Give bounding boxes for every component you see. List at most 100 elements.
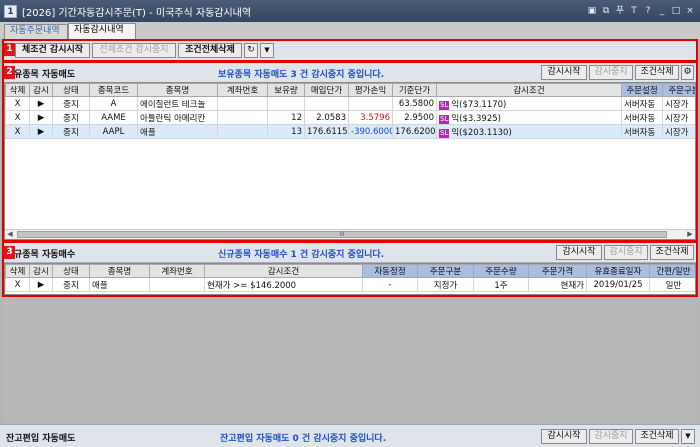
font-icon[interactable]: T bbox=[628, 4, 640, 18]
tab-auto-watch-history[interactable]: 자동감시내역 bbox=[68, 23, 136, 39]
watch-stop-button[interactable]: 감시중지 bbox=[604, 245, 648, 260]
col-header[interactable]: 주문수량 bbox=[473, 264, 529, 278]
buy-price-cell: 2.0583 bbox=[304, 110, 349, 125]
condition-cell: SL 익($3.3925) bbox=[436, 110, 622, 125]
status-message: 신규종목 자동매수 1 건 감시중지 중입니다. bbox=[218, 250, 385, 260]
col-header[interactable]: 감시조건 bbox=[436, 83, 622, 97]
account-cell bbox=[149, 277, 205, 292]
col-header[interactable]: 계좌번호 bbox=[149, 264, 205, 278]
order-qty-cell: 1주 bbox=[473, 277, 529, 292]
section-title: 규종목 자동매수 bbox=[14, 250, 76, 260]
delete-all-button[interactable]: 조건전체삭제 bbox=[178, 43, 242, 58]
order-setting-cell: 서버자동 bbox=[621, 124, 663, 139]
dropdown-icon[interactable]: ▼ bbox=[260, 43, 274, 58]
delete-cell[interactable]: X bbox=[5, 277, 30, 292]
col-header[interactable]: 매입단가 bbox=[304, 83, 349, 97]
copy-icon[interactable]: ⧉ bbox=[600, 4, 612, 18]
condition-cell: 현재가 >= $146.2000 bbox=[204, 277, 363, 292]
col-header[interactable]: 종목명 bbox=[137, 83, 218, 97]
name-cell: 아틀란틱 아메리칸 bbox=[137, 110, 218, 125]
col-header[interactable]: 감시 bbox=[29, 83, 53, 97]
pin-icon[interactable]: 푸 bbox=[614, 4, 626, 18]
minimize-icon[interactable]: _ bbox=[656, 4, 668, 18]
play-icon[interactable]: ▶ bbox=[29, 277, 53, 292]
condition-delete-button[interactable]: 조건삭제 bbox=[650, 245, 694, 260]
watch-stop-button[interactable]: 감시중지 bbox=[589, 65, 633, 80]
table-row[interactable]: X ▶ 중지 A 에이질런트 테크놀 63.5800 SL 익($73.1170)… bbox=[5, 96, 695, 111]
delete-cell[interactable]: X bbox=[5, 110, 30, 125]
col-header[interactable]: 기준단가 bbox=[392, 83, 437, 97]
col-header[interactable]: 삭제 bbox=[5, 264, 30, 278]
condition-cell: SL 익($73.1170) bbox=[436, 96, 622, 111]
status-cell: 중지 bbox=[52, 124, 90, 139]
section-title: 잔고편입 자동매도 bbox=[6, 434, 76, 444]
marker-1: 1 bbox=[4, 43, 15, 56]
col-header[interactable]: 주문설정 bbox=[621, 83, 663, 97]
qty-cell bbox=[267, 96, 305, 111]
buy-price-cell bbox=[304, 96, 349, 111]
section-title: 유종목 자동매도 bbox=[14, 70, 76, 80]
col-header[interactable]: 주문구분 bbox=[417, 264, 474, 278]
gear-icon[interactable]: ⚙ bbox=[681, 65, 694, 80]
scroll-left-icon[interactable]: ◀ bbox=[5, 230, 15, 239]
delete-cell[interactable]: X bbox=[5, 96, 30, 111]
help-icon[interactable]: ? bbox=[642, 4, 654, 18]
watch-start-button[interactable]: 감시시작 bbox=[541, 429, 587, 444]
refresh-icon[interactable]: ↻ bbox=[244, 43, 258, 58]
mode-cell: 일반 bbox=[649, 277, 695, 292]
table-row[interactable]: X ▶ 중지 AAME 아틀란틱 아메리칸 12 2.0583 3.5796 2… bbox=[5, 110, 695, 125]
table-row[interactable]: X ▶ 중지 AAPL 애플 13 176.6115 -390.6000 176… bbox=[5, 124, 695, 139]
col-header[interactable]: 종목명 bbox=[89, 264, 150, 278]
col-header[interactable]: 평가손익 bbox=[348, 83, 393, 97]
col-header[interactable]: 주문가격 bbox=[528, 264, 587, 278]
table-row[interactable]: X ▶ 중지 애플 현재가 >= $146.2000 - 지정가 1주 현재가 … bbox=[5, 277, 695, 292]
dropdown-icon[interactable]: ▼ bbox=[681, 429, 695, 444]
status-message: 보유종목 자동매도 3 건 감시중지 중입니다. bbox=[218, 70, 385, 80]
col-header[interactable]: 감시조건 bbox=[204, 264, 363, 278]
account-cell bbox=[217, 124, 268, 139]
order-kind-cell: 시장가 bbox=[662, 96, 695, 111]
status-cell: 중지 bbox=[52, 96, 90, 111]
delete-cell[interactable]: X bbox=[5, 124, 30, 139]
condition-delete-button[interactable]: 조건삭제 bbox=[635, 429, 679, 444]
start-all-button[interactable]: 체조건 감시시작 bbox=[15, 43, 90, 58]
order-kind-cell: 시장가 bbox=[662, 110, 695, 125]
window-titlebar: 1 [2026] 기간자동감시주문(T) - 미국주식 자동감시내역 ▣ ⧉ 푸… bbox=[0, 0, 700, 22]
watch-start-button[interactable]: 감시시작 bbox=[556, 245, 602, 260]
condition-delete-button[interactable]: 조건삭제 bbox=[635, 65, 679, 80]
play-icon[interactable]: ▶ bbox=[29, 110, 53, 125]
close-icon[interactable]: × bbox=[684, 4, 696, 18]
horizontal-scrollbar[interactable]: ◀ III ▶ bbox=[5, 229, 695, 239]
col-header[interactable]: 계좌번호 bbox=[217, 83, 268, 97]
order-setting-cell: 서버자동 bbox=[621, 110, 663, 125]
status-cell: 중지 bbox=[52, 110, 90, 125]
col-header[interactable]: 종목코드 bbox=[89, 83, 138, 97]
condition-cell: SL 익($203.1130) bbox=[436, 124, 622, 139]
tab-auto-order-history[interactable]: 자동주문내역 bbox=[4, 24, 68, 39]
col-header[interactable]: 주문구분 bbox=[662, 83, 695, 97]
col-header[interactable]: 보유량 bbox=[267, 83, 305, 97]
status-cell: 중지 bbox=[52, 277, 90, 292]
account-cell bbox=[217, 96, 268, 111]
play-icon[interactable]: ▶ bbox=[29, 124, 53, 139]
col-header[interactable]: 삭제 bbox=[5, 83, 30, 97]
auto-correct-cell: - bbox=[362, 277, 418, 292]
stop-all-button[interactable]: 전체조건 감시중지 bbox=[92, 43, 176, 58]
link-icon[interactable]: ▣ bbox=[586, 4, 598, 18]
watch-stop-button[interactable]: 감시중지 bbox=[589, 429, 633, 444]
holdings-sell-bar: 잔고편입 자동매도 잔고편입 자동매도 0 건 감시중지 중입니다. 감시시작 … bbox=[0, 424, 700, 447]
play-icon[interactable]: ▶ bbox=[29, 96, 53, 111]
maximize-icon[interactable]: □ bbox=[670, 4, 682, 18]
watch-start-button[interactable]: 감시시작 bbox=[541, 65, 587, 80]
col-header[interactable]: 유효종료일자 bbox=[586, 264, 650, 278]
col-header[interactable]: 상태 bbox=[52, 264, 90, 278]
col-header[interactable]: 자동정정 bbox=[362, 264, 418, 278]
col-header[interactable]: 간편/일반 bbox=[649, 264, 695, 278]
col-header[interactable]: 감시 bbox=[29, 264, 53, 278]
qty-cell: 13 bbox=[267, 124, 305, 139]
col-header[interactable]: 상태 bbox=[52, 83, 90, 97]
scroll-thumb[interactable]: III bbox=[17, 231, 667, 238]
order-price-cell: 현재가 bbox=[528, 277, 587, 292]
scroll-right-icon[interactable]: ▶ bbox=[685, 230, 695, 239]
base-price-cell: 2.9500 bbox=[392, 110, 437, 125]
